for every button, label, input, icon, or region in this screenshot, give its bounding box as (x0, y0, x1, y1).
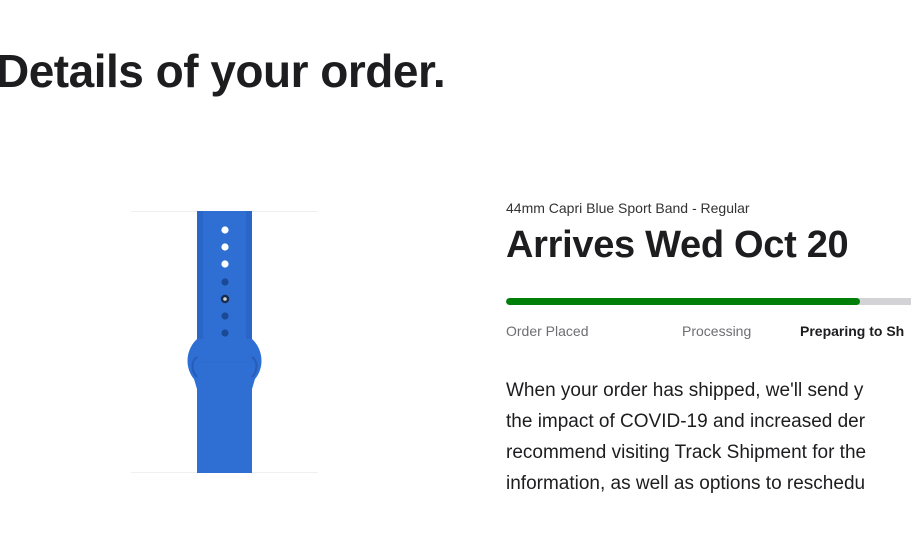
watch-band-image (131, 211, 318, 473)
step-processing: Processing (682, 323, 752, 339)
order-progress-fill (506, 298, 861, 305)
page-title: Details of your order. (0, 45, 446, 97)
step-order-placed: Order Placed (506, 323, 589, 339)
shipping-message-line: When your order has shipped, we'll send … (506, 380, 864, 401)
step-preparing-to-ship: Preparing to Sh (800, 323, 905, 339)
arrival-date: Arrives Wed Oct 20 (506, 224, 849, 266)
product-name: 44mm Capri Blue Sport Band - Regular (506, 200, 750, 216)
product-image (131, 211, 318, 473)
order-item-details: 44mm Capri Blue Sport Band - Regular Arr… (506, 200, 911, 494)
shipping-message-line: information, as well as options to resch… (506, 473, 866, 494)
shipping-message-line: recommend visiting Track Shipment for th… (506, 442, 867, 463)
shipping-message: When your order has shipped, we'll send … (506, 375, 911, 499)
order-details-page: Details of your order. 44mm Capri Blue S… (0, 0, 911, 553)
shipping-message-line: the impact of COVID-19 and increased der (506, 411, 866, 432)
order-status-steps: Order Placed Processing Preparing to Sh (506, 323, 911, 343)
order-progress-bar (506, 298, 911, 305)
